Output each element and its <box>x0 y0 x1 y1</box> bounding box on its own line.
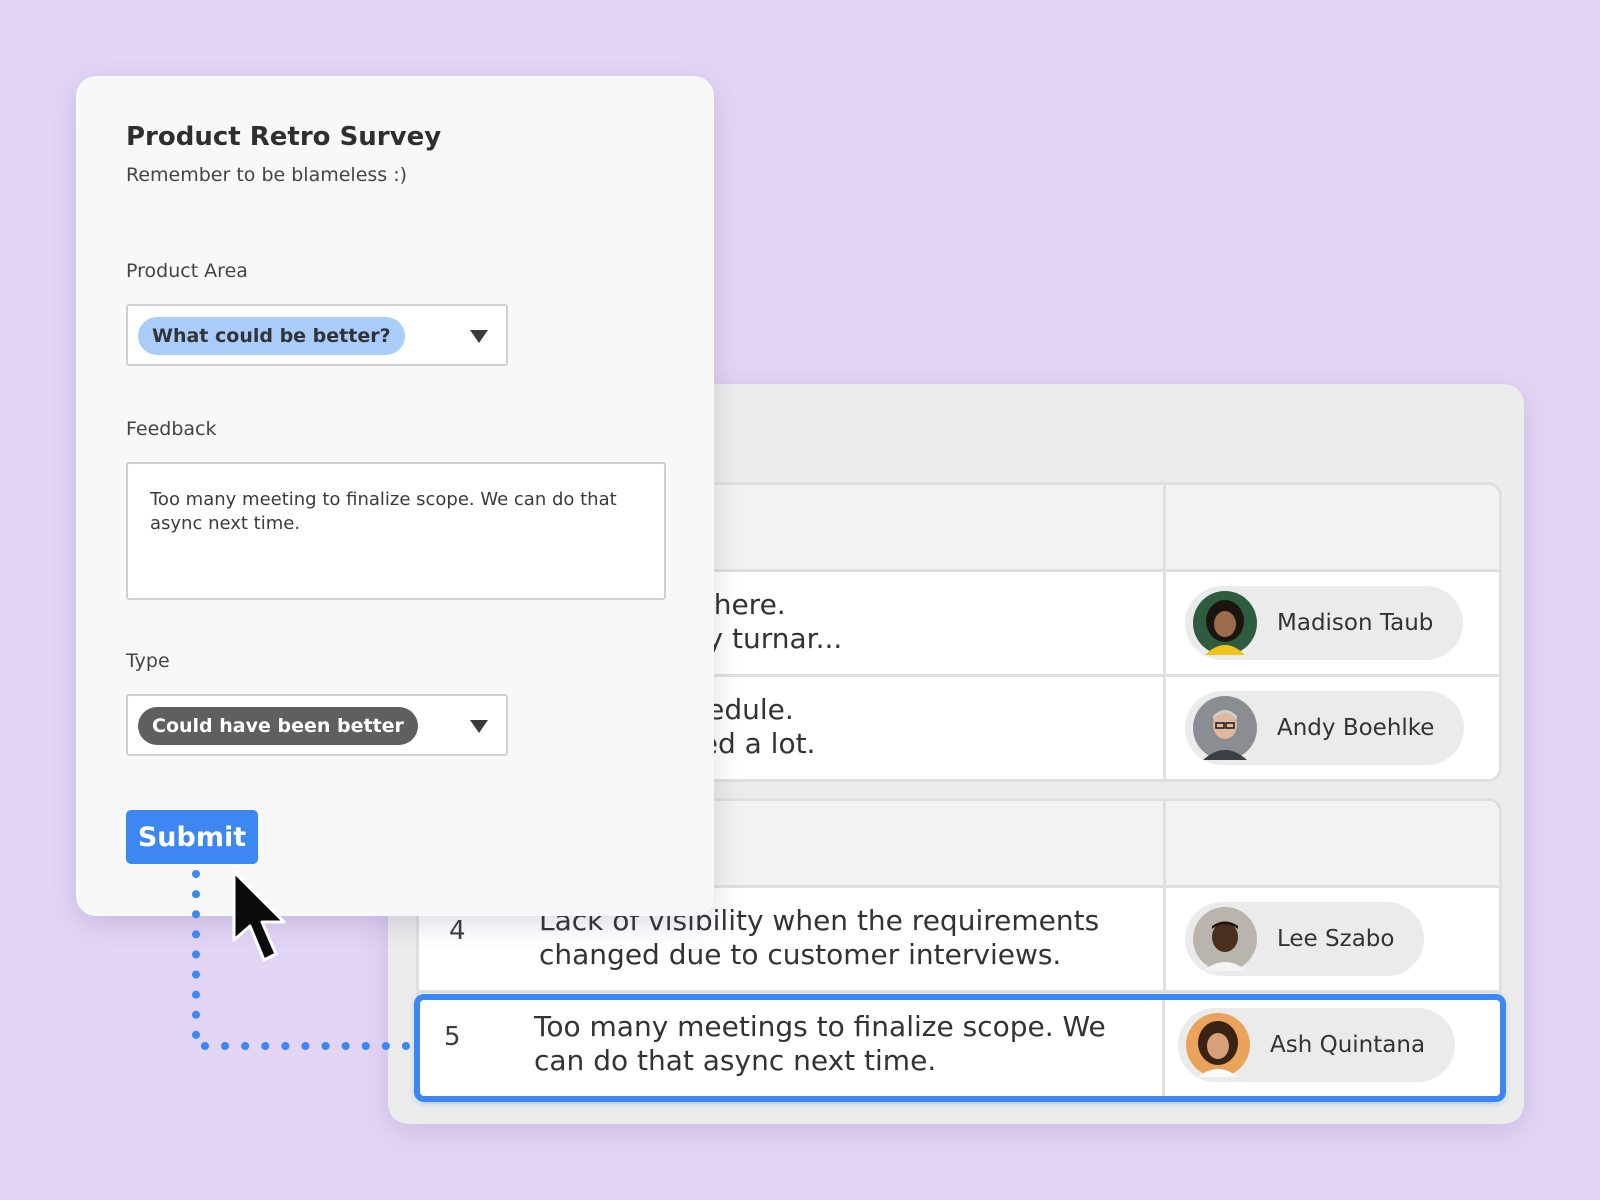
mouse-pointer-icon <box>232 870 286 962</box>
person-name: Lee Szabo <box>1277 926 1395 952</box>
person-name: Andy Boehlke <box>1277 715 1435 741</box>
type-label: Type <box>126 650 170 672</box>
survey-form: Product Retro Survey Remember to be blam… <box>76 76 714 916</box>
form-subtitle: Remember to be blameless :) <box>126 164 408 186</box>
person-pill[interactable]: Lee Szabo <box>1185 902 1425 976</box>
person-pill[interactable]: Madison Taub <box>1185 586 1464 660</box>
person-name: Madison Taub <box>1277 610 1434 636</box>
avatar <box>1186 1013 1250 1077</box>
product-area-select[interactable]: What could be better? <box>126 304 508 366</box>
person-pill[interactable]: Andy Boehlke <box>1185 691 1465 765</box>
avatar <box>1193 907 1257 971</box>
type-selected-chip: Could have been better <box>138 707 418 745</box>
feedback-label: Feedback <box>126 418 217 440</box>
chevron-down-icon[interactable] <box>470 330 488 343</box>
product-area-label: Product Area <box>126 260 248 282</box>
highlighted-table-row[interactable]: 5 Too many meetings to finalize scope. W… <box>414 994 1506 1102</box>
chevron-down-icon[interactable] <box>470 720 488 733</box>
row-number: 5 <box>444 1022 461 1052</box>
person-pill[interactable]: Ash Quintana <box>1178 1008 1456 1082</box>
avatar <box>1193 696 1257 760</box>
form-title: Product Retro Survey <box>126 122 442 152</box>
type-select[interactable]: Could have been better <box>126 694 508 756</box>
row-feedback-text: Too many meetings to finalize scope. We … <box>534 1010 1106 1077</box>
feedback-textarea[interactable]: Too many meeting to finalize scope. We c… <box>126 462 666 600</box>
row-number: 4 <box>449 916 466 946</box>
submit-button[interactable]: Submit <box>126 810 258 864</box>
product-area-selected-chip: What could be better? <box>138 317 405 355</box>
avatar <box>1193 591 1257 655</box>
person-name: Ash Quintana <box>1270 1032 1426 1058</box>
